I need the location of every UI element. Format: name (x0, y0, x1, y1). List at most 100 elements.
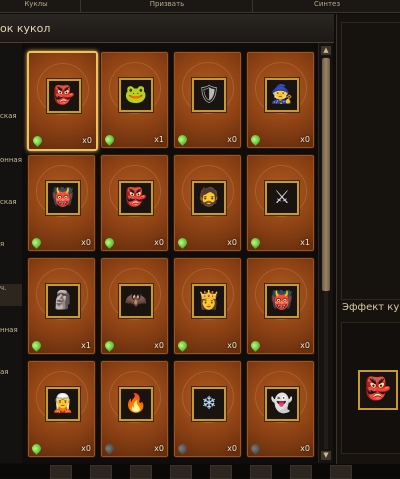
doll-card[interactable]: 🛡 x0 (173, 51, 242, 149)
doll-count: x0 (300, 444, 310, 453)
doll-count: x0 (227, 341, 237, 350)
category-item[interactable]: ая (0, 368, 22, 378)
portrait-glyph: 🦇 (124, 290, 148, 311)
doll-count: x0 (154, 341, 164, 350)
goblin-icon: 👺 (119, 181, 153, 215)
preview-frame (341, 22, 400, 300)
doll-count: x0 (81, 444, 91, 453)
effect-doll-glyph: 👺 (364, 377, 392, 402)
portrait-glyph: ⚔ (273, 187, 291, 208)
effect-title: Эффект кук (342, 302, 400, 313)
grid-scrollbar[interactable]: ▲ ▼ (318, 43, 333, 463)
doll-count: x0 (82, 136, 92, 145)
grey-gem-icon (103, 442, 116, 455)
doll-card[interactable]: 👺 x0 (27, 51, 98, 151)
doll-count: x0 (227, 135, 237, 144)
page-title: ок кукол (0, 22, 51, 35)
doll-count: x0 (154, 238, 164, 247)
doll-card[interactable]: 👹 x0 (27, 154, 96, 252)
green-gem-icon (30, 236, 43, 249)
ice-golem-icon: ❄ (192, 387, 226, 421)
category-item[interactable]: онная (0, 156, 22, 166)
doll-card[interactable]: ⚔ x1 (246, 154, 315, 252)
green-gem-icon (103, 339, 116, 352)
witch-icon: 🧙 (265, 78, 299, 112)
doll-card[interactable]: 🧔 x0 (173, 154, 242, 252)
scroll-up-icon[interactable]: ▲ (321, 46, 331, 55)
frog-icon: 🐸 (119, 78, 153, 112)
dwarf-icon: 🧔 (192, 181, 226, 215)
category-item[interactable]: нная (0, 326, 22, 336)
category-item[interactable]: ская (0, 198, 22, 208)
doll-card[interactable]: 🐸 x1 (100, 51, 169, 149)
red-demon-icon: 👹 (46, 181, 80, 215)
doll-count: x0 (227, 444, 237, 453)
doll-count: x0 (300, 341, 310, 350)
category-item[interactable]: ч. (0, 284, 22, 306)
stone-golem-icon: 🗿 (46, 284, 80, 318)
tab-dolls[interactable]: Куклы (6, 0, 66, 12)
doll-card[interactable]: 🔥 x0 (100, 360, 169, 458)
doll-card[interactable]: 🧙 x0 (246, 51, 315, 149)
doll-card[interactable]: 🦇 x0 (100, 257, 169, 355)
fire-spirit-icon: 🔥 (119, 387, 153, 421)
category-item[interactable]: я (0, 240, 22, 250)
doll-card[interactable]: ❄ x0 (173, 360, 242, 458)
portrait-glyph: 👹 (270, 290, 294, 311)
category-sidebar: ская онная ская я ч. нная ая (0, 43, 23, 463)
portrait-glyph: ❄ (201, 393, 217, 414)
blue-imp-icon: 👺 (47, 79, 81, 113)
portrait-glyph: 🔥 (124, 393, 148, 414)
dark-warlord-icon: 🦇 (119, 284, 153, 318)
portrait-glyph: 🧙 (270, 84, 294, 105)
tab-bar: Куклы Призвать Синтез (0, 0, 400, 13)
portrait-glyph: 🧔 (197, 187, 221, 208)
doll-grid: 👺 x0 🐸 x1 🛡 x0 🧙 x0 👹 x0 👺 x0 🧔 x0 ⚔ x1 🗿 x1 🦇 x0 👸 x0 👹 x0 🧝 x0 🔥… (22, 43, 315, 463)
green-gem-icon (249, 236, 262, 249)
portrait-glyph: 👸 (197, 290, 221, 311)
tab-synthesis[interactable]: Синтез (252, 0, 400, 12)
silver-knight-icon: ⚔ (265, 181, 299, 215)
doll-card[interactable]: 👺 x0 (100, 154, 169, 252)
ghost-icon: 👻 (265, 387, 299, 421)
green-gem-icon (176, 339, 189, 352)
green-gem-icon (31, 134, 44, 147)
doll-count: x1 (154, 135, 164, 144)
header-bar: ок кукол (0, 14, 334, 43)
doll-count: x0 (300, 135, 310, 144)
green-gem-icon (30, 339, 43, 352)
tab-summon[interactable]: Призвать (80, 0, 253, 12)
portrait-glyph: 👻 (270, 393, 294, 414)
grey-gem-icon (176, 442, 189, 455)
green-gem-icon (30, 442, 43, 455)
portrait-glyph: 👹 (51, 187, 75, 208)
doll-count: x0 (81, 238, 91, 247)
portrait-glyph: 🧝 (51, 393, 75, 414)
portrait-glyph: 👺 (52, 85, 76, 106)
doll-card[interactable]: 🗿 x1 (27, 257, 96, 355)
green-gem-icon (103, 133, 116, 146)
scroll-thumb[interactable] (322, 58, 330, 291)
orc-icon: 👹 (265, 284, 299, 318)
armored-knight-icon: 🛡 (192, 78, 226, 112)
mage-icon: 🧝 (46, 387, 80, 421)
doll-card[interactable]: 👹 x0 (246, 257, 315, 355)
scroll-down-icon[interactable]: ▼ (321, 451, 331, 460)
portrait-glyph: 👺 (124, 187, 148, 208)
doll-count: x1 (300, 238, 310, 247)
green-gem-icon (176, 236, 189, 249)
doll-count: x0 (227, 238, 237, 247)
category-item[interactable]: ская (0, 112, 22, 122)
grey-gem-icon (249, 442, 262, 455)
doll-card[interactable]: 👸 x0 (173, 257, 242, 355)
doll-count: x0 (154, 444, 164, 453)
doll-count: x1 (81, 341, 91, 350)
portrait-glyph: 🐸 (124, 84, 148, 105)
green-gem-icon (249, 339, 262, 352)
doll-card[interactable]: 🧝 x0 (27, 360, 96, 458)
portrait-glyph: 🛡 (197, 84, 221, 105)
effect-blue-imp-icon[interactable]: 👺 (358, 370, 398, 410)
warrior-woman-icon: 👸 (192, 284, 226, 318)
doll-card[interactable]: 👻 x0 (246, 360, 315, 458)
green-gem-icon (103, 236, 116, 249)
